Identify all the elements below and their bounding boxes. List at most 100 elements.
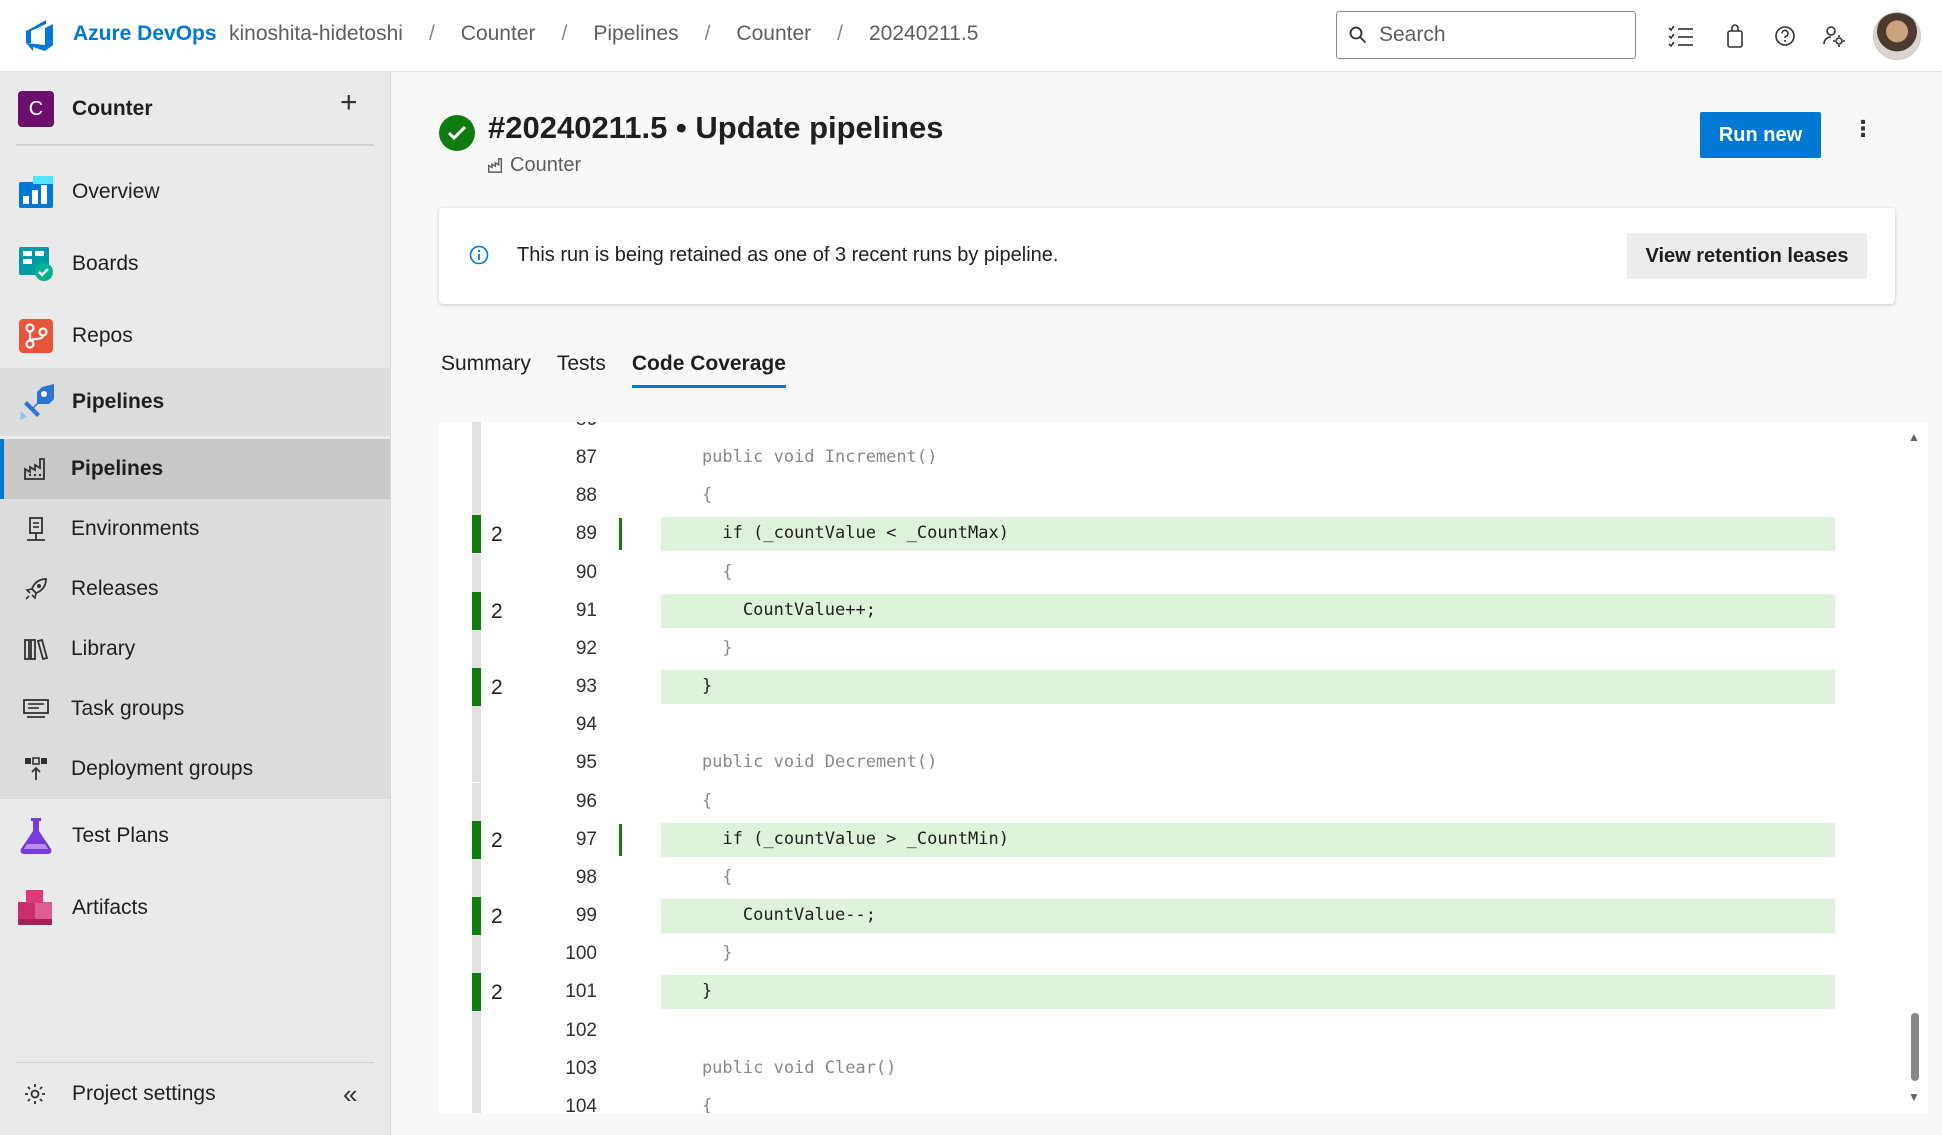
code-text: { [661,1095,713,1113]
search-input[interactable] [1379,23,1619,47]
line-highlight [661,861,1835,895]
code-line-row: 2 97 if (_countValue > _CountMin) [439,820,1928,859]
line-highlight [661,479,1835,513]
code-line-row: 88 { [439,477,1928,516]
coverage-neutral-bar [472,1049,481,1088]
azure-devops-logo-icon[interactable] [20,17,56,53]
code-text: CountValue++; [661,599,876,620]
sidebar-item-label: Task groups [71,697,185,720]
sidebar-subitem-pipelines[interactable]: Pipelines [0,439,390,499]
breadcrumb-project[interactable]: Counter [461,22,536,46]
code-line-row: 90 { [439,553,1928,592]
hit-count: 2 [491,981,503,1005]
banner-message: This run is being retained as one of 3 r… [517,244,1059,266]
code-line-row: 104 { [439,1087,1928,1113]
code-text: } [661,943,733,964]
sidebar-subitem-library[interactable]: Library [0,619,390,679]
sidebar-subitem-deployment-groups[interactable]: Deployment groups [0,739,390,799]
coverage-neutral-bar [472,935,481,974]
vertical-scrollbar[interactable]: ▲ ▼ [1903,430,1925,1104]
scroll-down-arrow-icon[interactable]: ▼ [1908,1090,1920,1104]
sidebar: C Counter + Overview Boards Repos Pipeli… [0,72,391,1135]
code-text: if (_countValue > _CountMin) [661,828,1009,849]
pipeline-link[interactable]: Counter [488,154,581,177]
tab-summary[interactable]: Summary [441,352,531,388]
gear-icon [25,1084,45,1104]
line-number: 88 [575,485,597,507]
code-line-row: 103 public void Clear() [439,1049,1928,1088]
line-number: 102 [565,1019,597,1041]
code-text: if (_countValue < _CountMax) [661,523,1009,544]
add-icon[interactable]: + [340,86,358,120]
help-icon[interactable] [1769,20,1801,52]
line-number: 98 [575,866,597,888]
view-retention-leases-button[interactable]: View retention leases [1627,233,1867,279]
line-number: 89 [575,523,597,545]
scroll-up-arrow-icon[interactable]: ▲ [1908,430,1920,444]
library-icon [22,635,50,663]
code-line-row: 94 [439,706,1928,745]
line-number: 91 [575,599,597,621]
line-highlight [661,1014,1835,1048]
breadcrumb-pipeline[interactable]: Counter [736,22,811,46]
line-number: 86 [529,422,597,431]
user-settings-icon[interactable] [1818,20,1850,52]
hit-count: 2 [491,599,503,623]
coverage-neutral-bar [472,706,481,745]
code-line-row: 2 89 if (_countValue < _CountMax) [439,515,1928,554]
line-number: 94 [575,714,597,736]
sidebar-item-boards[interactable]: Boards [0,232,390,296]
brand-name[interactable]: Azure DevOps [73,22,217,46]
sidebar-item-repos[interactable]: Repos [0,304,390,368]
sidebar-subitem-task-groups[interactable]: Task groups [0,679,390,739]
scrollbar-thumb[interactable] [1911,1013,1919,1081]
test-plans-flask-icon [18,818,54,854]
code-text: public void Decrement() [661,752,938,773]
line-number: 100 [565,943,597,965]
line-number: 90 [575,561,597,583]
project-settings-label: Project settings [72,1082,216,1105]
sidebar-item-test-plans[interactable]: Test Plans [0,804,390,868]
hit-count: 2 [491,676,503,700]
marketplace-bag-icon[interactable] [1719,20,1751,52]
code-line-row: 86 [439,422,1928,439]
line-highlight [661,975,1835,1010]
task-list-icon[interactable] [1665,20,1697,52]
user-avatar[interactable] [1873,12,1921,60]
collapse-sidebar-icon[interactable]: « [343,1079,357,1110]
sidebar-item-label: Boards [72,252,139,275]
sidebar-item-label: Test Plans [72,824,169,847]
project-settings-button[interactable]: Project settings [24,1082,216,1106]
code-line-row: 102 [439,1011,1928,1050]
divider [16,1062,374,1063]
search-icon [1349,26,1367,44]
line-number: 104 [565,1095,597,1113]
line-number: 97 [575,828,597,850]
breadcrumb-org[interactable]: kinoshita-hidetoshi [229,22,403,46]
code-line-row: 2 101 } [439,973,1928,1012]
sidebar-item-artifacts[interactable]: Artifacts [0,876,390,940]
coverage-covered-bar [472,973,481,1012]
code-coverage-viewer[interactable]: 8687 public void Increment()88 {289 if (… [439,422,1928,1113]
task-groups-icon [22,695,50,723]
project-header[interactable]: C Counter [18,90,153,128]
code-line-row: 87 public void Increment() [439,439,1928,478]
info-icon [469,245,489,265]
sidebar-subitem-releases[interactable]: Releases [0,559,390,619]
line-highlight [661,632,1835,666]
run-new-button[interactable]: Run new [1700,112,1821,158]
breadcrumb-run[interactable]: 20240211.5 [869,22,978,46]
more-options-icon[interactable]: ⋮ [1852,116,1874,142]
tab-code-coverage[interactable]: Code Coverage [631,352,786,388]
code-text: { [661,485,713,506]
sidebar-subitem-environments[interactable]: Environments [0,499,390,559]
breadcrumb-pipelines[interactable]: Pipelines [593,22,678,46]
search-box[interactable] [1336,11,1636,59]
pipeline-name: Counter [510,154,582,176]
sidebar-item-label: Environments [71,517,200,540]
sidebar-item-label: Library [71,637,136,660]
sidebar-item-overview[interactable]: Overview [0,160,390,224]
tab-tests[interactable]: Tests [557,352,606,388]
sidebar-item-pipelines[interactable]: Pipelines [0,368,390,436]
coverage-neutral-bar [472,1011,481,1050]
